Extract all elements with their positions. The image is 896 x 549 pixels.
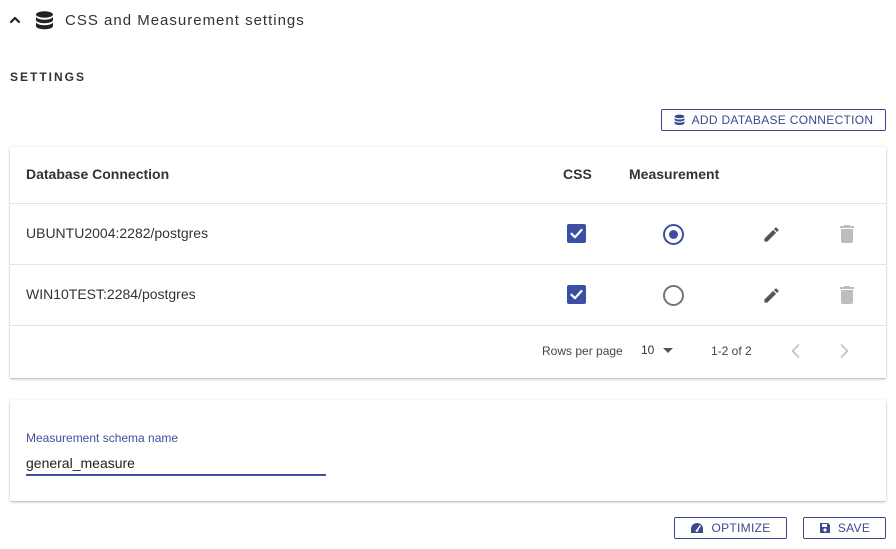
chevron-up-icon[interactable] (9, 14, 21, 26)
delete-icon[interactable] (840, 225, 854, 243)
pagination-range: 1-2 of 2 (711, 344, 752, 358)
schema-settings-card: Measurement schema name (10, 400, 886, 501)
check-icon (570, 228, 583, 239)
connection-name: UBUNTU2004:2282/postgres (26, 225, 209, 241)
check-icon (570, 289, 583, 300)
connection-name: WIN10TEST:2284/postgres (26, 286, 196, 302)
chevron-left-icon[interactable] (788, 342, 804, 360)
save-label: SAVE (837, 521, 871, 535)
edit-icon[interactable] (762, 286, 781, 305)
measurement-radio[interactable] (663, 285, 684, 306)
table-row: WIN10TEST:2284/postgres (10, 265, 886, 326)
css-checkbox[interactable] (567, 224, 586, 243)
rows-per-page-select[interactable]: 10 (641, 343, 674, 357)
edit-icon[interactable] (762, 225, 781, 244)
connections-table: Database Connection CSS Measurement UBUN… (10, 147, 886, 378)
css-checkbox[interactable] (567, 285, 586, 304)
settings-heading: SETTINGS (10, 70, 87, 84)
add-database-connection-button[interactable]: ADD DATABASE CONNECTION (661, 109, 886, 131)
optimize-label: OPTIMIZE (711, 521, 771, 535)
column-header-connection[interactable]: Database Connection (26, 166, 169, 182)
table-pagination: Rows per page 10 1-2 of 2 (10, 326, 886, 378)
optimize-button[interactable]: OPTIMIZE (674, 517, 787, 539)
save-button[interactable]: SAVE (803, 517, 886, 539)
section-header[interactable]: CSS and Measurement settings (0, 0, 896, 44)
database-icon (36, 11, 53, 30)
section-title: CSS and Measurement settings (65, 12, 305, 29)
column-header-measurement[interactable]: Measurement (629, 166, 719, 182)
measurement-schema-label: Measurement schema name (26, 431, 179, 445)
caret-down-icon (663, 347, 674, 353)
delete-icon[interactable] (840, 286, 854, 304)
table-row: UBUNTU2004:2282/postgres (10, 204, 886, 265)
speedometer-icon (691, 523, 704, 533)
rows-per-page-value: 10 (641, 343, 655, 357)
database-icon (674, 114, 685, 125)
column-header-css[interactable]: CSS (563, 166, 592, 182)
chevron-right-icon[interactable] (836, 342, 852, 360)
rows-per-page-label: Rows per page (542, 344, 623, 358)
save-icon (819, 523, 830, 533)
measurement-radio[interactable] (663, 224, 684, 245)
measurement-schema-input[interactable] (26, 452, 326, 476)
add-database-connection-label: ADD DATABASE CONNECTION (691, 113, 874, 127)
table-header-row: Database Connection CSS Measurement (10, 147, 886, 204)
